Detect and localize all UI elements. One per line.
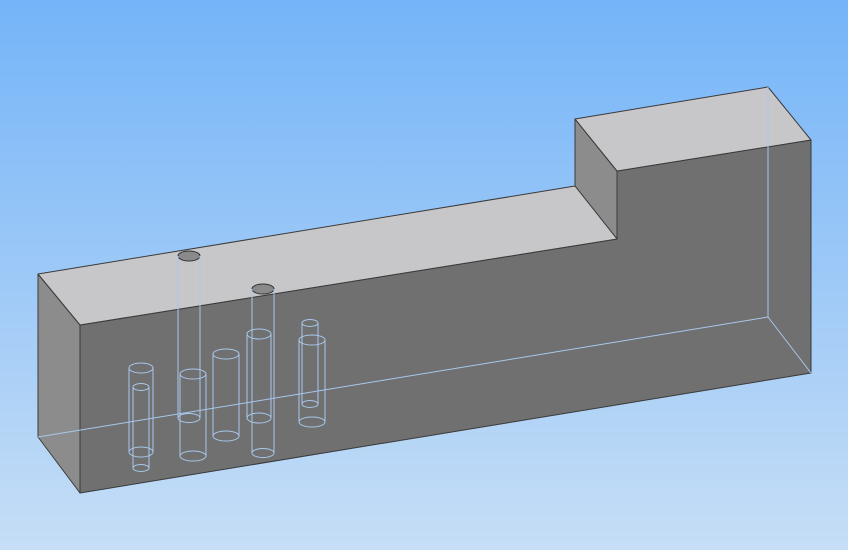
model-canvas[interactable]	[0, 0, 848, 550]
cad-3d-viewport[interactable]	[0, 0, 848, 550]
hole-opening-2[interactable]	[251, 283, 275, 295]
hole-opening-1[interactable]	[177, 250, 201, 262]
